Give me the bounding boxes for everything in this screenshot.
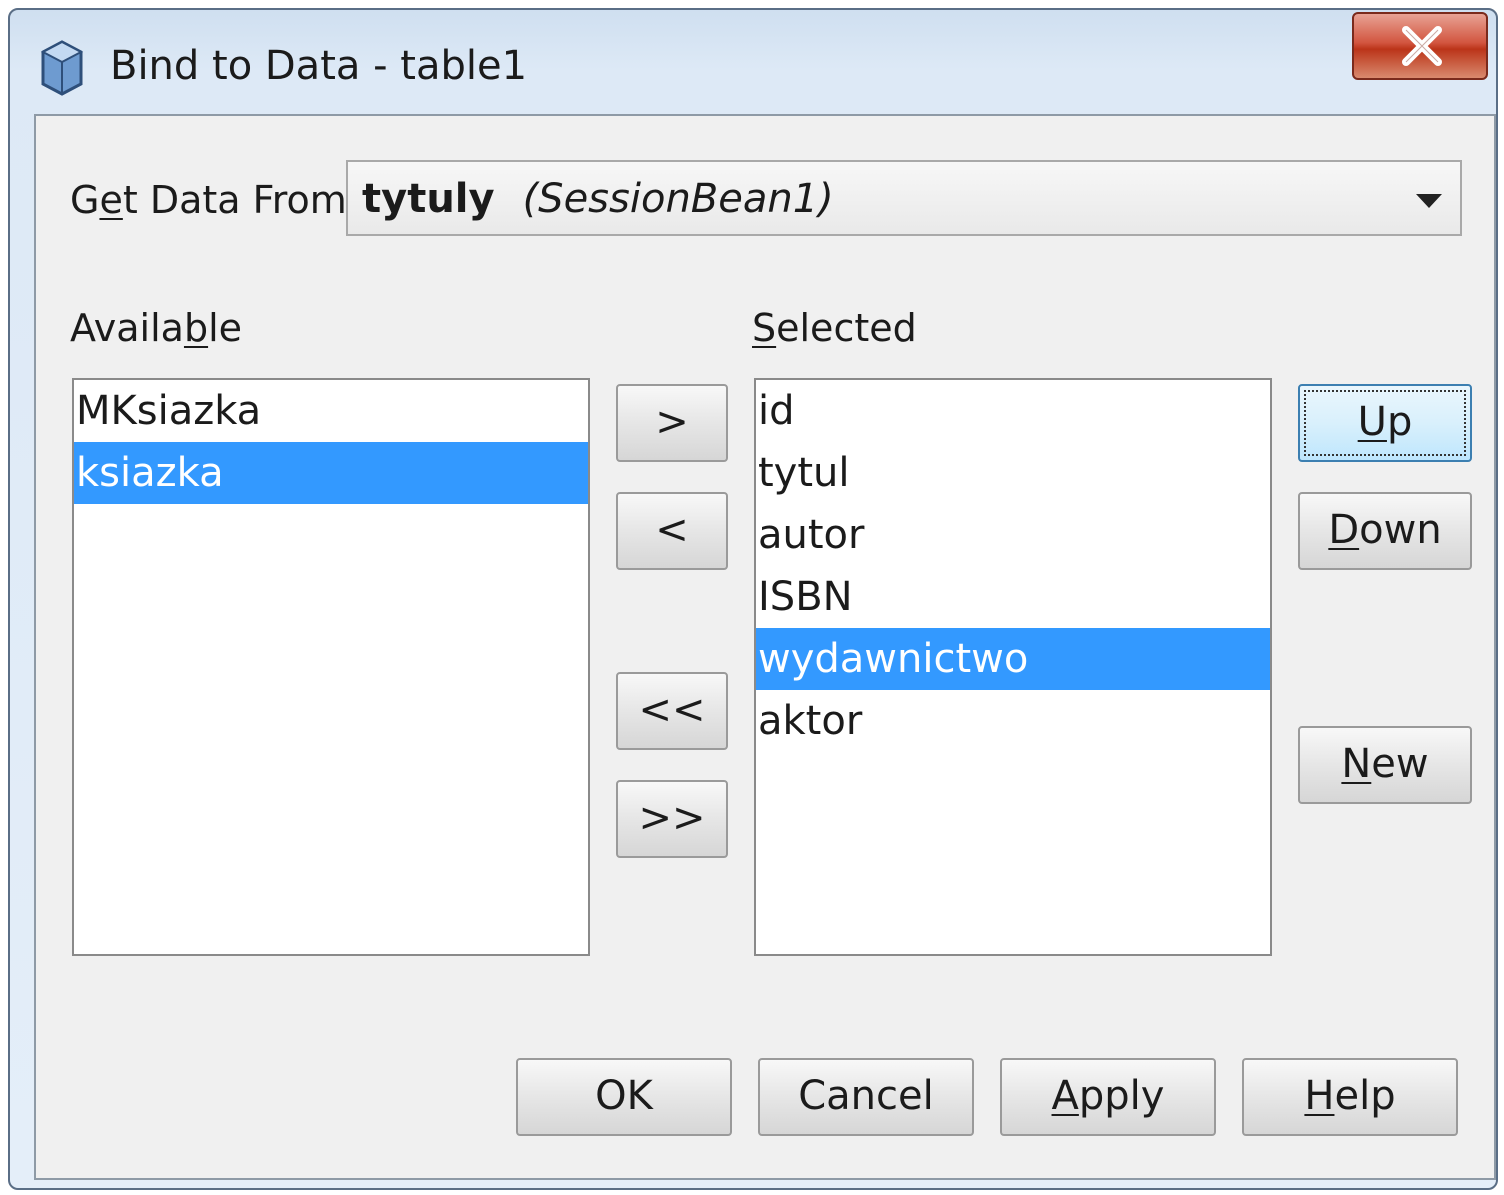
available-label: Available bbox=[70, 306, 243, 350]
help-button[interactable]: Help bbox=[1242, 1058, 1458, 1136]
dialog-window: Bind to Data - table1 Get Data From: tyt… bbox=[8, 8, 1498, 1190]
get-data-from-label: Get Data From: bbox=[70, 178, 360, 222]
list-item[interactable]: ISBN bbox=[756, 566, 1270, 628]
add-button[interactable]: > bbox=[616, 384, 728, 462]
data-source-select[interactable]: tytuly (SessionBean1) bbox=[346, 160, 1462, 236]
add-all-button[interactable]: >> bbox=[616, 780, 728, 858]
cancel-button[interactable]: Cancel bbox=[758, 1058, 974, 1136]
list-item[interactable]: wydawnictwo bbox=[756, 628, 1270, 690]
up-button[interactable]: Up bbox=[1298, 384, 1472, 462]
new-button[interactable]: New bbox=[1298, 726, 1472, 804]
selected-label: Selected bbox=[752, 306, 917, 350]
list-item[interactable]: ksiazka bbox=[74, 442, 588, 504]
down-button[interactable]: Down bbox=[1298, 492, 1472, 570]
list-item[interactable]: tytul bbox=[756, 442, 1270, 504]
list-item[interactable]: MKsiazka bbox=[74, 380, 588, 442]
close-button[interactable] bbox=[1352, 12, 1488, 80]
available-list[interactable]: MKsiazka ksiazka bbox=[72, 378, 590, 956]
cube-icon bbox=[40, 40, 84, 96]
dialog-content: Get Data From: tytuly (SessionBean1) Avai… bbox=[34, 114, 1496, 1180]
list-item[interactable]: aktor bbox=[756, 690, 1270, 752]
apply-button[interactable]: Apply bbox=[1000, 1058, 1216, 1136]
selected-list[interactable]: id tytul autor ISBN wydawnictwo aktor bbox=[754, 378, 1272, 956]
window-title: Bind to Data - table1 bbox=[110, 43, 528, 89]
data-source-value: tytuly (SessionBean1) bbox=[362, 176, 834, 222]
close-icon bbox=[1402, 26, 1442, 66]
list-item[interactable]: id bbox=[756, 380, 1270, 442]
remove-button[interactable]: < bbox=[616, 492, 728, 570]
list-item[interactable]: autor bbox=[756, 504, 1270, 566]
ok-button[interactable]: OK bbox=[516, 1058, 732, 1136]
remove-all-button[interactable]: << bbox=[616, 672, 728, 750]
chevron-down-icon bbox=[1416, 194, 1442, 208]
